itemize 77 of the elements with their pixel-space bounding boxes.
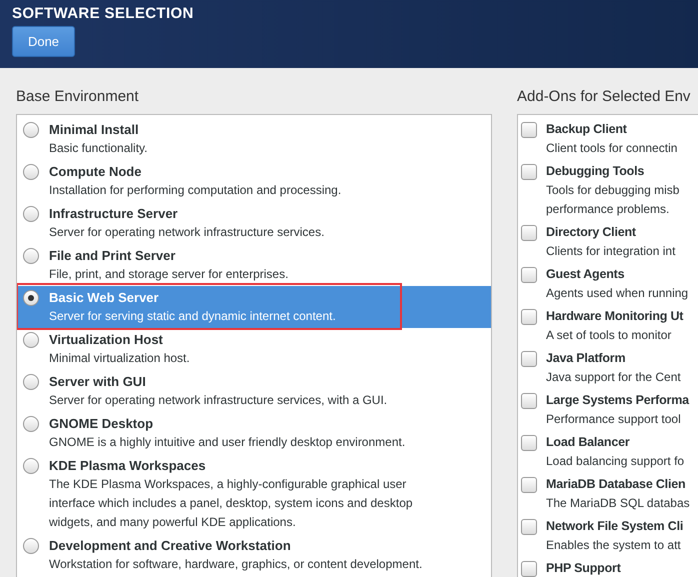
environment-option[interactable]: Minimal Install Basic functionality.: [17, 118, 491, 160]
option-description: Java support for the Cent: [546, 369, 681, 386]
checkbox[interactable]: [521, 122, 537, 138]
option-title: Directory Client: [546, 224, 636, 241]
environment-option[interactable]: KDE Plasma Workspaces The KDE Plasma Workspaces, a highly-configurable graphical user interface which includes a panel, desktop, system icons and desktop widgets, and many powerful KDE applications.: [17, 454, 491, 534]
option-description: Performance support tool: [546, 411, 681, 428]
option-description: Minimal virtualization host.: [49, 350, 190, 367]
radio-button[interactable]: [23, 290, 39, 306]
option-title: PHP Support: [546, 560, 621, 577]
option-title: Debugging Tools: [546, 163, 644, 180]
option-description: interface which includes a panel, desktop, system icons and desktop: [49, 495, 413, 512]
option-description: widgets, and many powerful KDE applications.: [49, 514, 296, 531]
radio-button[interactable]: [23, 416, 39, 432]
page-title: SOFTWARE SELECTION: [12, 4, 194, 24]
option-title: Network File System Cli: [546, 518, 684, 535]
option-title: Java Platform: [546, 350, 626, 367]
radio-button[interactable]: [23, 164, 39, 180]
radio-button[interactable]: [23, 206, 39, 222]
radio-button[interactable]: [23, 248, 39, 264]
checkbox[interactable]: [521, 519, 537, 535]
checkbox[interactable]: [521, 477, 537, 493]
checkbox[interactable]: [521, 561, 537, 577]
option-title: Minimal Install: [49, 121, 139, 139]
option-title: Development and Creative Workstation: [49, 537, 291, 555]
option-title: Backup Client: [546, 121, 627, 138]
option-title: KDE Plasma Workspaces: [49, 457, 206, 475]
checkbox[interactable]: [521, 164, 537, 180]
option-title: Infrastructure Server: [49, 205, 178, 223]
option-description: Client tools for connectin: [546, 140, 678, 157]
environment-option[interactable]: Infrastructure Server Server for operating network infrastructure services.: [17, 202, 491, 244]
checkbox[interactable]: [521, 351, 537, 367]
option-description: A set of tools to monitor: [546, 327, 672, 344]
option-description: The MariaDB SQL databas: [546, 495, 690, 512]
option-title: Large Systems Performa: [546, 392, 689, 409]
option-description: performance problems.: [546, 201, 670, 218]
option-title: Load Balancer: [546, 434, 630, 451]
option-description: Server for operating network infrastructure services, with a GUI.: [49, 392, 388, 409]
option-title: Hardware Monitoring Ut: [546, 308, 684, 325]
option-description: The KDE Plasma Workspaces, a highly-configurable graphical user: [49, 476, 406, 493]
radio-button[interactable]: [23, 374, 39, 390]
environment-option[interactable]: File and Print Server File, print, and storage server for enterprises.: [17, 244, 491, 286]
radio-button[interactable]: [23, 538, 39, 554]
option-title: MariaDB Database Clien: [546, 476, 686, 493]
option-title: Guest Agents: [546, 266, 624, 283]
section-heading: Base Environment: [16, 88, 139, 106]
option-title: Compute Node: [49, 163, 142, 181]
option-description: Clients for integration int: [546, 243, 676, 260]
option-description: Agents used when running: [546, 285, 688, 302]
environment-option[interactable]: GNOME Desktop GNOME is a highly intuitive and user friendly desktop environment.: [17, 412, 491, 454]
option-description: Workstation for software, hardware, graphics, or content development.: [49, 556, 422, 573]
option-description: Tools for debugging misb: [546, 182, 680, 199]
option-title: GNOME Desktop: [49, 415, 154, 433]
checkbox[interactable]: [521, 435, 537, 451]
environment-option[interactable]: Development and Creative Workstation Workstation for software, hardware, graphics, or content development.: [17, 534, 491, 576]
option-description: Server for operating network infrastructure services.: [49, 224, 324, 241]
option-description: Server for serving static and dynamic internet content.: [49, 308, 336, 325]
checkbox[interactable]: [521, 309, 537, 325]
checkbox[interactable]: [521, 225, 537, 241]
section-heading: Add-Ons for Selected Env: [517, 88, 690, 106]
checkbox[interactable]: [521, 267, 537, 283]
checkbox[interactable]: [521, 393, 537, 409]
option-title: Basic Web Server: [49, 289, 159, 307]
option-title: Server with GUI: [49, 373, 146, 391]
option-description: GNOME is a highly intuitive and user friendly desktop environment.: [49, 434, 406, 451]
environment-option[interactable]: Compute Node Installation for performing computation and processing.: [17, 160, 491, 202]
option-description: Basic functionality.: [49, 140, 148, 157]
option-description: Installation for performing computation and processing.: [49, 182, 342, 199]
option-description: Load balancing support fo: [546, 453, 684, 470]
environment-option[interactable]: Virtualization Host Minimal virtualization host.: [17, 328, 491, 370]
radio-button[interactable]: [23, 458, 39, 474]
radio-button[interactable]: [23, 332, 39, 348]
option-description: Enables the system to att: [546, 537, 681, 554]
environment-option[interactable]: Server with GUI Server for operating network infrastructure services, with a GUI.: [17, 370, 491, 412]
option-title: File and Print Server: [49, 247, 176, 265]
radio-button[interactable]: [23, 122, 39, 138]
option-description: File, print, and storage server for enterprises.: [49, 266, 288, 283]
option-title: Virtualization Host: [49, 331, 163, 349]
